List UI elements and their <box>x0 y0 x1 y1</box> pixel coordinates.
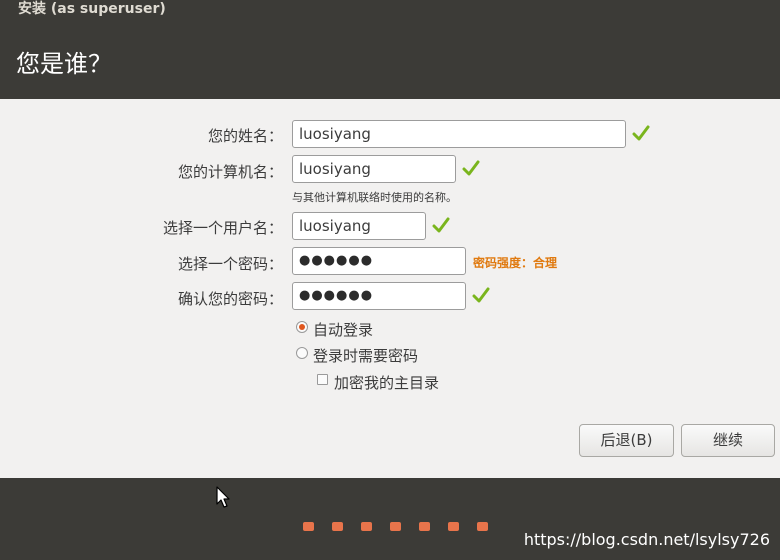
progress-dot <box>390 522 401 531</box>
encrypt-home-label[interactable]: 加密我的主目录 <box>334 372 439 393</box>
progress-dot <box>448 522 459 531</box>
form-area: 您的姓名： luosiyang 您的计算机名： luosiyang 与其他计算机… <box>0 99 780 478</box>
progress-dot <box>303 522 314 531</box>
username-valid-check-icon <box>432 217 450 233</box>
window-title: 安装 (as superuser) <box>18 1 166 17</box>
computer-name-field[interactable]: luosiyang <box>292 155 456 183</box>
auto-login-label[interactable]: 自动登录 <box>313 319 373 340</box>
progress-dot <box>477 522 488 531</box>
progress-footer: https://blog.csdn.net/lsylsy726 <box>0 478 780 560</box>
name-label: 您的姓名： <box>207 127 283 145</box>
auto-login-radio[interactable] <box>296 321 308 333</box>
confirm-password-field[interactable]: ●●●●●● <box>292 282 466 310</box>
password-label: 选择一个密码： <box>177 255 283 273</box>
back-button[interactable]: 后退(B) <box>579 424 674 457</box>
password-field[interactable]: ●●●●●● <box>292 247 466 275</box>
name-valid-check-icon <box>632 125 650 141</box>
progress-dot <box>419 522 430 531</box>
page-header: 您是谁？ <box>0 20 780 99</box>
require-password-radio[interactable] <box>296 347 308 359</box>
watermark-text: https://blog.csdn.net/lsylsy726 <box>523 530 770 549</box>
continue-button[interactable]: 继续 <box>681 424 775 457</box>
progress-dot <box>332 522 343 531</box>
username-field[interactable]: luosiyang <box>292 212 426 240</box>
window-titlebar: 安装 (as superuser) <box>0 0 780 20</box>
encrypt-home-checkbox[interactable] <box>317 374 328 385</box>
username-label: 选择一个用户名： <box>162 219 283 237</box>
require-password-label[interactable]: 登录时需要密码 <box>313 345 418 366</box>
progress-dot <box>361 522 372 531</box>
computer-name-valid-check-icon <box>462 160 480 176</box>
computer-name-hint: 与其他计算机联络时使用的名称。 <box>292 191 457 204</box>
mouse-cursor-icon <box>216 486 230 508</box>
confirm-password-label: 确认您的密码： <box>177 290 283 308</box>
password-strength-text: 密码强度：合理 <box>473 256 558 270</box>
page-title: 您是谁？ <box>16 50 112 78</box>
name-field[interactable]: luosiyang <box>292 120 626 148</box>
computer-name-label: 您的计算机名： <box>177 163 283 181</box>
confirm-password-valid-check-icon <box>472 287 490 303</box>
